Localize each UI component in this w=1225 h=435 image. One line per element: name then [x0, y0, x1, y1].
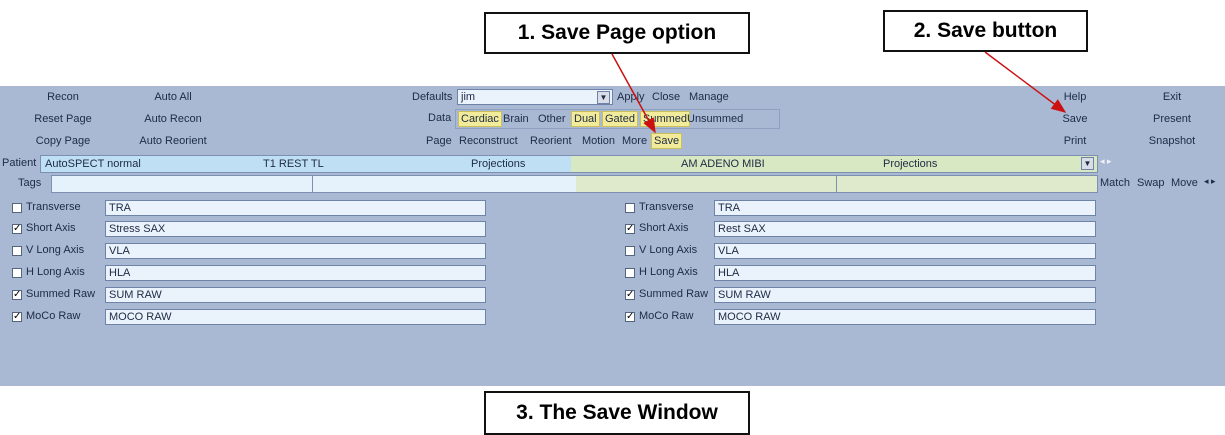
moco-raw-checkbox-left[interactable]: ✓ [12, 312, 22, 322]
save-button[interactable]: Save [1035, 113, 1115, 125]
defaults-select[interactable]: jim [457, 89, 613, 105]
callout-save-button: 2. Save button [883, 10, 1088, 52]
page-option-reconstruct[interactable]: Reconstruct [457, 133, 520, 149]
transverse-name-field-left[interactable]: TRA [105, 200, 486, 216]
v-long-axis-checkbox-left[interactable] [12, 246, 22, 256]
left-right-arrows-icon[interactable]: ◂ ▸ [1100, 156, 1112, 167]
recon-button[interactable]: Recon [8, 91, 118, 103]
tags-divider [836, 176, 837, 192]
data-option-other[interactable]: Other [536, 111, 568, 127]
tags-field[interactable] [51, 175, 1098, 193]
close-button[interactable]: Close [652, 91, 680, 103]
data-option-unsummed[interactable]: Unsummed [685, 111, 745, 127]
chevron-down-icon[interactable]: ▼ [597, 91, 610, 104]
left-right-arrows-icon[interactable]: ◂ ▸ [1204, 176, 1216, 187]
apply-button[interactable]: Apply [617, 91, 645, 103]
data-label: Data [428, 112, 452, 124]
exit-button[interactable]: Exit [1132, 91, 1212, 103]
summed-raw-checkbox-right[interactable]: ✓ [625, 290, 635, 300]
v-long-axis-label-right: V Long Axis [639, 244, 698, 256]
dataset2-name: AM ADENO MIBI [681, 158, 765, 170]
h-long-axis-checkbox-right[interactable] [625, 268, 635, 278]
patient-bar-right [571, 156, 1097, 172]
summed-raw-label-right: Summed Raw [639, 288, 709, 300]
short-axis-checkbox-left[interactable]: ✓ [12, 224, 22, 234]
moco-raw-label-right: MoCo Raw [639, 310, 694, 322]
tags-divider [312, 176, 313, 192]
v-long-axis-checkbox-right[interactable] [625, 246, 635, 256]
page-option-save[interactable]: Save [651, 133, 683, 149]
page-option-more[interactable]: More [620, 133, 649, 149]
short-axis-name-field-right[interactable]: Rest SAX [714, 221, 1096, 237]
help-button[interactable]: Help [1035, 91, 1115, 103]
app-panel: Recon Auto All Reset Page Auto Recon Cop… [0, 86, 1225, 386]
auto-reorient-button[interactable]: Auto Reorient [118, 135, 228, 147]
h-long-axis-name-field-right[interactable]: HLA [714, 265, 1096, 281]
page-option-motion[interactable]: Motion [580, 133, 617, 149]
patient-selector[interactable]: AutoSPECT normal T1 REST TL Projections … [40, 155, 1098, 173]
h-long-axis-checkbox-left[interactable] [12, 268, 22, 278]
swap-button[interactable]: Swap [1137, 177, 1165, 189]
print-button[interactable]: Print [1035, 135, 1115, 147]
transverse-label-right: Transverse [639, 201, 694, 213]
moco-raw-name-field-right[interactable]: MOCO RAW [714, 309, 1096, 325]
data-option-dual[interactable]: Dual [571, 111, 600, 127]
v-long-axis-label-left: V Long Axis [26, 244, 85, 256]
summed-raw-name-field-left[interactable]: SUM RAW [105, 287, 486, 303]
data-option-brain[interactable]: Brain [501, 111, 531, 127]
present-button[interactable]: Present [1132, 113, 1212, 125]
patient-name: AutoSPECT normal [45, 158, 141, 170]
short-axis-label-left: Short Axis [26, 222, 76, 234]
data-option-summed[interactable]: Summed [640, 111, 691, 127]
transverse-checkbox-right[interactable] [625, 203, 635, 213]
chevron-down-icon[interactable]: ▼ [1081, 157, 1094, 170]
data-option-cardiac[interactable]: Cardiac [458, 111, 502, 127]
reset-page-button[interactable]: Reset Page [8, 113, 118, 125]
callout-save-window: 3. The Save Window [484, 391, 750, 435]
summed-raw-label-left: Summed Raw [26, 288, 96, 300]
data-option-gated[interactable]: Gated [602, 111, 638, 127]
manage-button[interactable]: Manage [689, 91, 729, 103]
dataset2-type: Projections [883, 158, 938, 170]
transverse-label-left: Transverse [26, 201, 81, 213]
short-axis-checkbox-right[interactable]: ✓ [625, 224, 635, 234]
dataset1-name: T1 REST TL [263, 158, 324, 170]
page-label: Page [426, 135, 452, 147]
moco-raw-label-left: MoCo Raw [26, 310, 81, 322]
move-button[interactable]: Move [1171, 177, 1198, 189]
tags-label: Tags [18, 177, 42, 189]
v-long-axis-name-field-right[interactable]: VLA [714, 243, 1096, 259]
short-axis-label-right: Short Axis [639, 222, 689, 234]
h-long-axis-name-field-left[interactable]: HLA [105, 265, 486, 281]
short-axis-name-field-left[interactable]: Stress SAX [105, 221, 486, 237]
defaults-label: Defaults [412, 91, 453, 103]
transverse-name-field-right[interactable]: TRA [714, 200, 1096, 216]
copy-page-button[interactable]: Copy Page [8, 135, 118, 147]
page-option-reorient[interactable]: Reorient [528, 133, 574, 149]
moco-raw-name-field-left[interactable]: MOCO RAW [105, 309, 486, 325]
match-button[interactable]: Match [1100, 177, 1130, 189]
moco-raw-checkbox-right[interactable]: ✓ [625, 312, 635, 322]
transverse-checkbox-left[interactable] [12, 203, 22, 213]
h-long-axis-label-left: H Long Axis [26, 266, 85, 278]
v-long-axis-name-field-left[interactable]: VLA [105, 243, 486, 259]
dataset1-type: Projections [471, 158, 526, 170]
patient-label: Patient [2, 157, 37, 169]
auto-all-button[interactable]: Auto All [118, 91, 228, 103]
summed-raw-checkbox-left[interactable]: ✓ [12, 290, 22, 300]
snapshot-button[interactable]: Snapshot [1132, 135, 1212, 147]
summed-raw-name-field-right[interactable]: SUM RAW [714, 287, 1096, 303]
auto-recon-button[interactable]: Auto Recon [118, 113, 228, 125]
h-long-axis-label-right: H Long Axis [639, 266, 698, 278]
callout-save-page-option: 1. Save Page option [484, 12, 750, 54]
